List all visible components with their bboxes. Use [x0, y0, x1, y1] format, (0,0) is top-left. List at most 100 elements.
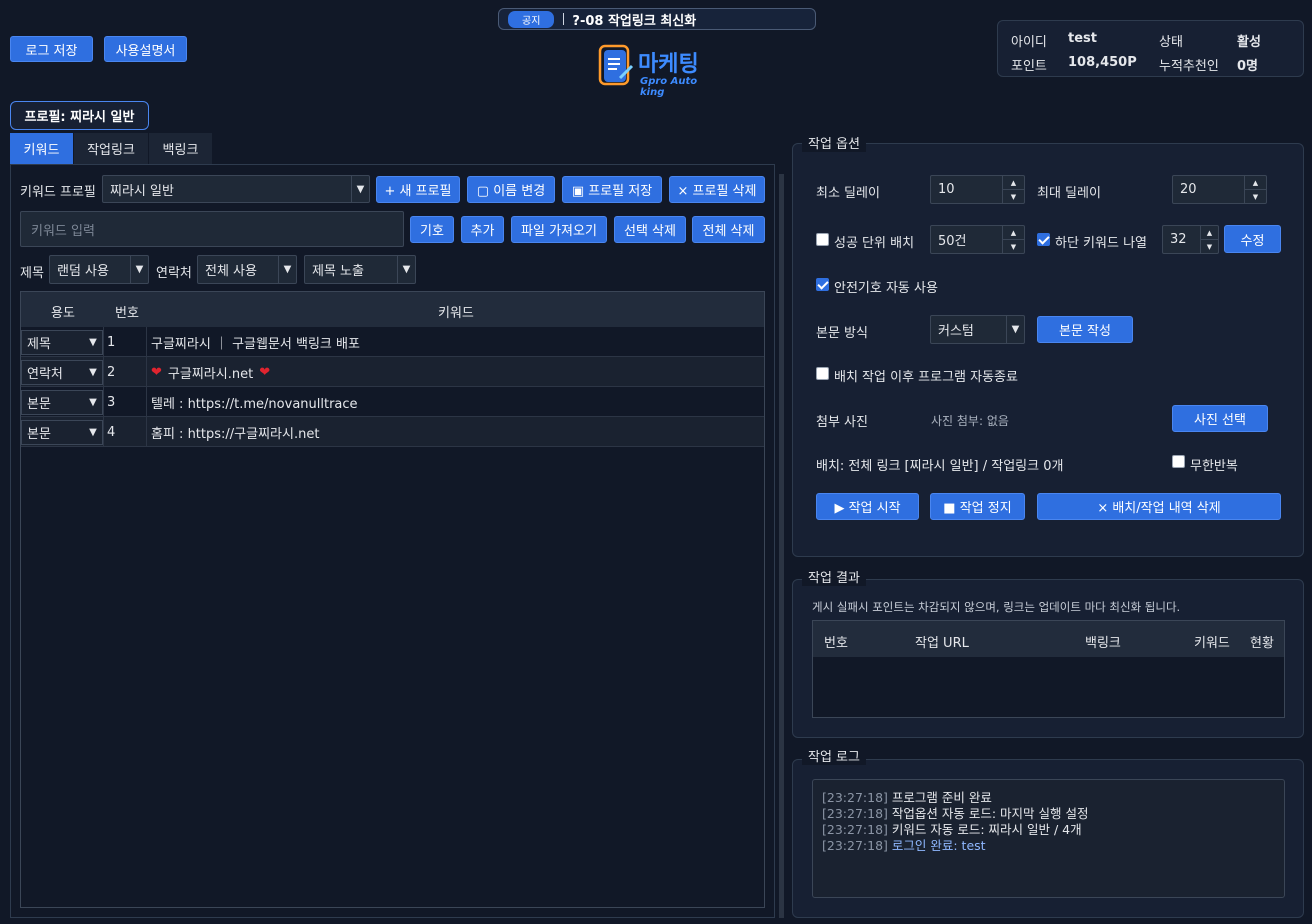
symbol-button[interactable]: 기호 [410, 216, 454, 243]
status-value: 활성 [1237, 35, 1261, 50]
keyword-input[interactable]: 키워드 입력 [20, 211, 404, 247]
arrow-down-icon[interactable]: ▼ [1003, 189, 1024, 203]
chevron-down-icon: ▼ [397, 256, 415, 283]
document-icon [598, 44, 634, 86]
row-number: 2 [107, 364, 116, 380]
spinner[interactable]: ▲ ▼ [1002, 226, 1024, 253]
row-keyword: 홈피 : https://구글찌라시.net [151, 426, 320, 442]
batch-info-text: 배치: 전체 링크 [찌라시 일반] / 작업링크 0개 [816, 459, 1064, 474]
import-file-button[interactable]: 파일 가져오기 [511, 216, 607, 243]
log-line: [23:27:18] 로그인 완료: test [822, 838, 986, 853]
app-logo: 마케팅 Gpro Auto king [598, 42, 720, 98]
arrow-down-icon[interactable]: ▼ [1003, 239, 1024, 253]
write-body-button[interactable]: 본문 작성 [1037, 316, 1133, 343]
usage-select[interactable]: 본문 ▼ [21, 420, 103, 445]
column-divider [146, 327, 147, 447]
log-save-button[interactable]: 로그 저장 [10, 36, 93, 62]
log-output[interactable]: [23:27:18] 프로그램 준비 완료 [23:27:18] 작업옵션 자동… [812, 779, 1285, 898]
spinner[interactable]: ▲ ▼ [1200, 226, 1218, 253]
tab-backlink[interactable]: 백링크 [149, 133, 212, 164]
chevron-down-icon: ▼ [89, 427, 97, 438]
arrow-up-icon[interactable]: ▲ [1003, 226, 1024, 239]
results-header-keyword: 키워드 [1194, 636, 1230, 651]
notice-bar: 공지 ?-08 작업링크 최신화 [498, 8, 816, 30]
bottom-keyword-count-input[interactable]: 32 ▲ ▼ [1162, 225, 1219, 254]
tab-work-link[interactable]: 작업링크 [74, 133, 148, 164]
bottom-keyword-label: 하단 키워드 나열 [1055, 236, 1147, 251]
usage-select[interactable]: 연락처 ▼ [21, 360, 103, 385]
log-title: 작업 로그 [802, 746, 866, 765]
usage-select[interactable]: 본문 ▼ [21, 390, 103, 415]
photo-status: 사진 첨부: 없음 [931, 414, 1009, 428]
spinner[interactable]: ▲ ▼ [1244, 176, 1266, 203]
edit-button[interactable]: 수정 [1224, 225, 1281, 253]
referral-value: 0명 [1237, 59, 1259, 74]
body-mode-label: 본문 방식 [816, 326, 868, 341]
results-header-status: 현황 [1250, 636, 1274, 651]
arrow-up-icon[interactable]: ▲ [1201, 226, 1218, 239]
logo-sub-text: Gpro Auto king [640, 76, 698, 98]
arrow-down-icon[interactable]: ▼ [1245, 189, 1266, 203]
auto-exit-label: 배치 작업 이후 프로그램 자동종료 [834, 370, 1018, 385]
stop-work-button[interactable]: ■ 작업 정지 [930, 493, 1025, 520]
id-label: 아이디 [1011, 35, 1047, 50]
infinite-loop-label: 무한반복 [1190, 459, 1238, 474]
contact-mode-select[interactable]: 전체 사용 ▼ [197, 255, 297, 284]
arrow-down-icon[interactable]: ▼ [1201, 239, 1218, 253]
safe-symbol-checkbox[interactable] [816, 278, 829, 291]
log-line: [23:27:18] 프로그램 준비 완료 [822, 790, 992, 805]
min-delay-input[interactable]: 10 ▲ ▼ [930, 175, 1025, 204]
tab-keyword[interactable]: 키워드 [10, 133, 73, 164]
delete-all-button[interactable]: 전체 삭제 [692, 216, 765, 243]
body-mode-select[interactable]: 커스텀 ▼ [930, 315, 1025, 344]
row-keyword: 구글찌라시 ｜ 구글웹문서 백링크 배포 [151, 336, 360, 352]
arrow-up-icon[interactable]: ▲ [1245, 176, 1266, 189]
table-row[interactable]: 연락처 ▼ 2 ❤ 구글찌라시.net ❤ [21, 357, 764, 387]
delete-selected-button[interactable]: 선택 삭제 [614, 216, 686, 243]
chevron-down-icon: ▼ [130, 256, 148, 283]
photo-select-button[interactable]: 사진 선택 [1172, 405, 1268, 432]
account-panel: 아이디 test 상태 활성 포인트 108,450P 누적추천인 0명 [997, 20, 1304, 77]
title-expose-select[interactable]: 제목 노출 ▼ [304, 255, 416, 284]
rename-profile-button[interactable]: ▢ 이름 변경 [467, 176, 555, 203]
status-label: 상태 [1159, 35, 1183, 50]
table-row[interactable]: 본문 ▼ 3 텔레 : https://t.me/novanulltrace [21, 387, 764, 417]
results-table: 번호 작업 URL 백링크 키워드 현황 [812, 620, 1285, 718]
log-line: [23:27:18] 키워드 자동 로드: 찌라시 일반 / 4개 [822, 822, 1082, 837]
notice-divider [563, 13, 565, 25]
log-line: [23:27:18] 작업옵션 자동 로드: 마지막 실행 설정 [822, 806, 1089, 821]
results-header-url: 작업 URL [915, 636, 969, 651]
panel-splitter[interactable] [779, 174, 784, 918]
title-filter-label: 제목 [20, 266, 44, 281]
max-delay-label: 최대 딜레이 [1037, 186, 1101, 201]
options-title: 작업 옵션 [802, 133, 866, 152]
clear-history-button[interactable]: × 배치/작업 내역 삭제 [1037, 493, 1281, 520]
auto-exit-checkbox[interactable] [816, 367, 829, 380]
chevron-down-icon: ▼ [89, 367, 97, 378]
new-profile-button[interactable]: + 새 프로필 [376, 176, 460, 203]
manual-button[interactable]: 사용설명서 [104, 36, 187, 62]
min-delay-label: 최소 딜레이 [816, 186, 880, 201]
table-row[interactable]: 제목 ▼ 1 구글찌라시 ｜ 구글웹문서 백링크 배포 [21, 327, 764, 357]
batch-checkbox[interactable] [816, 233, 829, 246]
column-divider [103, 327, 104, 447]
add-keyword-button[interactable]: 추가 [461, 216, 504, 243]
spinner[interactable]: ▲ ▼ [1002, 176, 1024, 203]
max-delay-input[interactable]: 20 ▲ ▼ [1172, 175, 1267, 204]
start-work-button[interactable]: ▶ 작업 시작 [816, 493, 919, 520]
results-header-backlink: 백링크 [1085, 636, 1121, 651]
save-profile-button[interactable]: ▣ 프로필 저장 [562, 176, 662, 203]
table-row[interactable]: 본문 ▼ 4 홈피 : https://구글찌라시.net [21, 417, 764, 447]
row-number: 4 [107, 424, 116, 440]
batch-size-input[interactable]: 50건 ▲ ▼ [930, 225, 1025, 254]
chevron-down-icon: ▼ [278, 256, 296, 283]
header-number: 번호 [115, 306, 139, 321]
usage-select[interactable]: 제목 ▼ [21, 330, 103, 355]
bottom-keyword-checkbox[interactable] [1037, 233, 1050, 246]
infinite-loop-checkbox[interactable] [1172, 455, 1185, 468]
results-table-body [813, 657, 1284, 717]
delete-profile-button[interactable]: × 프로필 삭제 [669, 176, 765, 203]
title-mode-select[interactable]: 랜덤 사용 ▼ [49, 255, 149, 284]
keyword-profile-select[interactable]: 찌라시 일반 ▼ [102, 175, 370, 203]
arrow-up-icon[interactable]: ▲ [1003, 176, 1024, 189]
